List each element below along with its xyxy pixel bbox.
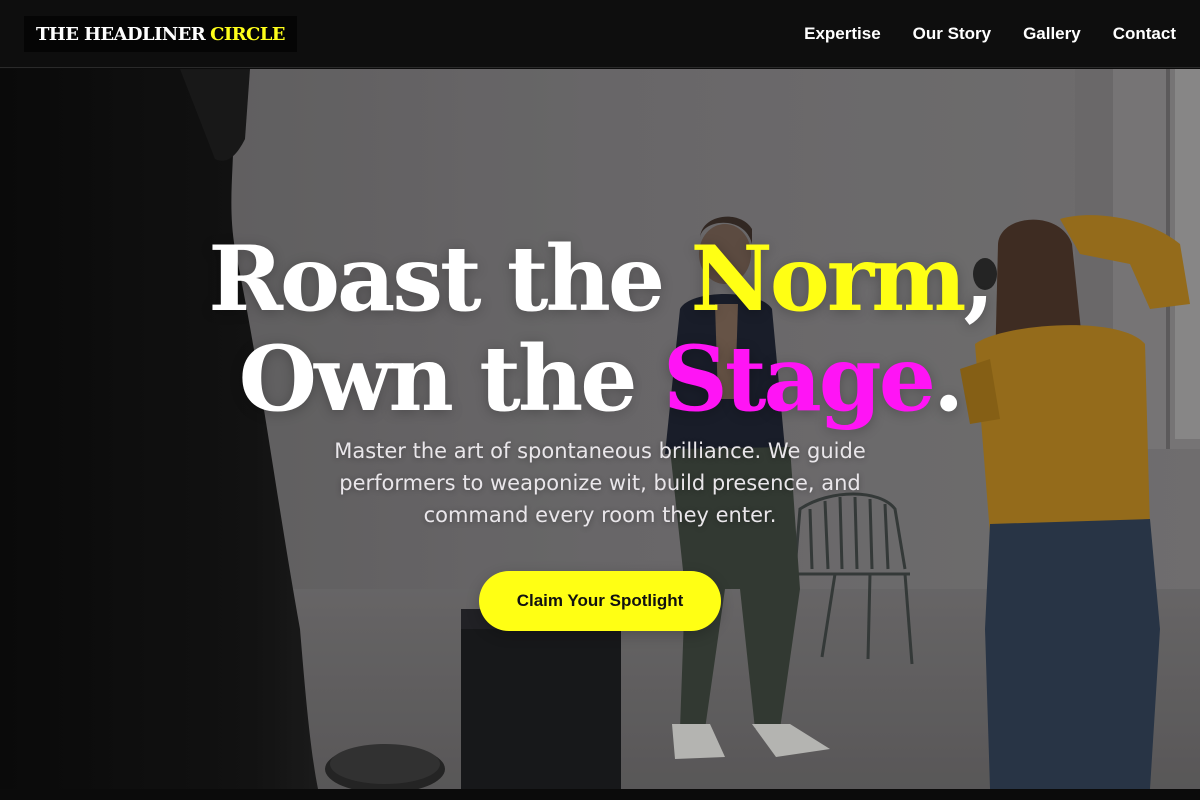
- headline-line-1-prefix: Roast the: [208, 226, 691, 332]
- brand-name-accent: CIRCLE: [210, 23, 285, 45]
- hero-section: Roast the Norm, Own the Stage. Master th…: [0, 69, 1200, 789]
- nav-link-our-story[interactable]: Our Story: [913, 24, 991, 44]
- next-section-edge: [0, 789, 1200, 800]
- nav-link-expertise[interactable]: Expertise: [804, 24, 881, 44]
- headline-line-1-suffix: ,: [963, 226, 994, 332]
- brand-name-primary: THE HEADLINER: [36, 23, 206, 45]
- hero-subtitle: Master the art of spontaneous brilliance…: [334, 439, 866, 527]
- headline-line-1: Roast the Norm,: [0, 229, 1200, 329]
- main-nav: Expertise Our Story Gallery Contact: [772, 0, 1176, 68]
- nav-link-gallery[interactable]: Gallery: [1023, 24, 1081, 44]
- headline-line-2: Own the Stage.: [0, 329, 1200, 429]
- headline-highlight-stage: Stage: [662, 326, 936, 432]
- headline-highlight-norm: Norm: [690, 226, 967, 332]
- claim-spotlight-button[interactable]: Claim Your Spotlight: [479, 571, 721, 631]
- headline-line-2-suffix: .: [932, 326, 964, 432]
- nav-link-contact[interactable]: Contact: [1113, 24, 1176, 44]
- brand-logo[interactable]: THE HEADLINER CIRCLE: [24, 16, 297, 52]
- hero-headline: Roast the Norm, Own the Stage.: [0, 229, 1200, 429]
- navbar: THE HEADLINER CIRCLE Expertise Our Story…: [0, 0, 1200, 68]
- headline-line-2-prefix: Own the: [238, 326, 663, 432]
